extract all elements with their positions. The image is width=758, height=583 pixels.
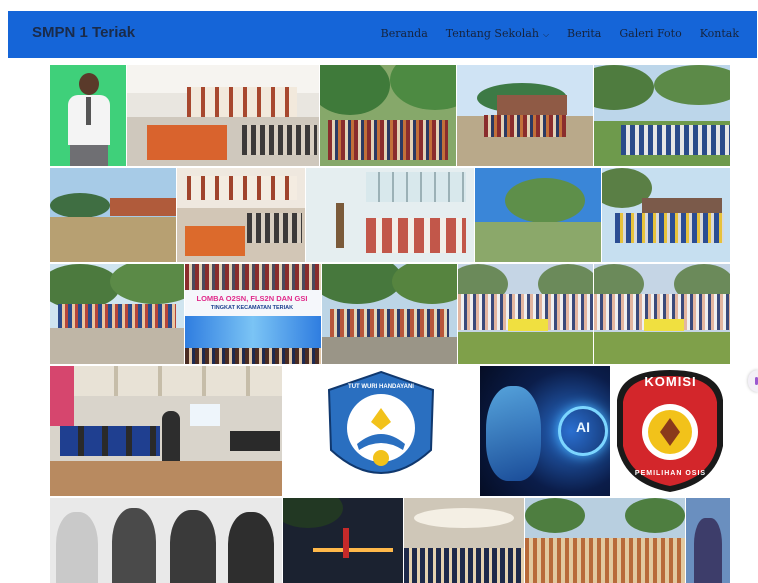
ai-illustration[interactable]: AI [480, 366, 610, 496]
photo-gallery: LOMBA O2SN, FLS2N DAN GSI TINGKAT KECAMA… [0, 0, 758, 583]
gallery-photo[interactable] [50, 264, 184, 364]
komisi-pemilihan-osis-logo[interactable]: KOMISI PEMILIHAN OSIS [611, 366, 730, 496]
gallery-photo[interactable] [602, 168, 730, 262]
ai-label: AI [576, 419, 590, 435]
tut-wuri-handayani-logo[interactable]: TUT WURI HANDAYANI [283, 366, 479, 496]
lomba-banner-photo[interactable]: LOMBA O2SN, FLS2N DAN GSI TINGKAT KECAMA… [185, 264, 321, 364]
gallery-photo[interactable] [458, 264, 593, 364]
gallery-photo[interactable] [306, 168, 474, 262]
gallery-photo[interactable] [283, 498, 403, 583]
komisi-title: KOMISI [644, 374, 697, 389]
gallery-photo[interactable] [404, 498, 524, 583]
gallery-photo[interactable] [594, 65, 730, 166]
gallery-photo[interactable] [127, 65, 319, 166]
komisi-subtitle: PEMILIHAN OSIS [634, 470, 707, 477]
gallery-photo[interactable] [50, 498, 282, 583]
gallery-photo[interactable] [50, 168, 176, 262]
gallery-photo[interactable] [686, 498, 730, 583]
gallery-photo[interactable] [320, 65, 456, 166]
gallery-photo[interactable] [322, 264, 457, 364]
gallery-photo[interactable] [50, 366, 282, 496]
banner-subtitle: TINGKAT KECAMATAN TERIAK [210, 305, 294, 311]
tut-wuri-caption: TUT WURI HANDAYANI [348, 384, 414, 390]
gallery-photo[interactable] [594, 264, 730, 364]
gallery-photo[interactable] [525, 498, 685, 583]
gallery-photo[interactable] [177, 168, 305, 262]
banner-title: LOMBA O2SN, FLS2N DAN GSI [196, 294, 308, 303]
gallery-photo[interactable] [50, 65, 126, 166]
gallery-photo[interactable] [475, 168, 601, 262]
gallery-photo[interactable] [457, 65, 593, 166]
